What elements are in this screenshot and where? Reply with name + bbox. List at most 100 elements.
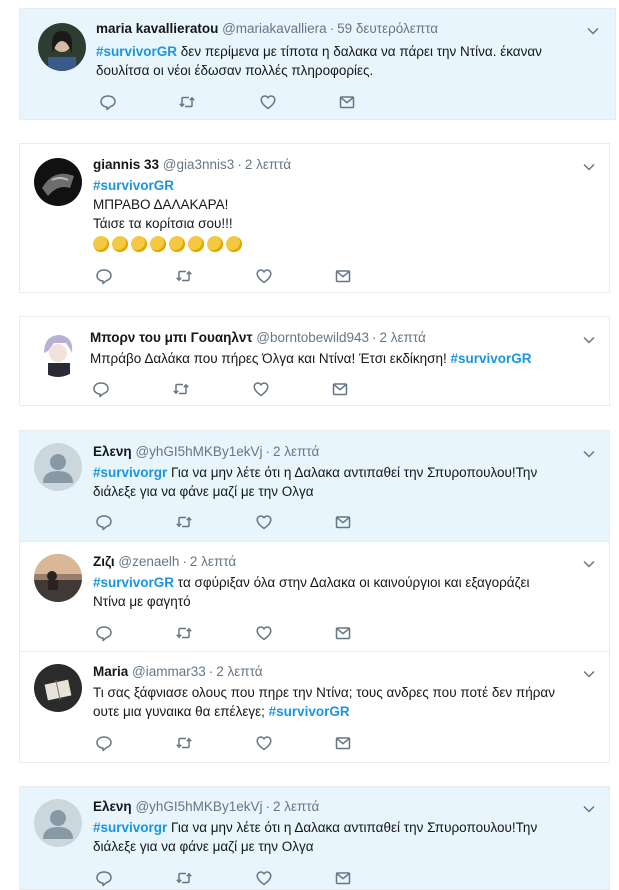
tweet-text: #survivorGR τα σφύριξαν όλα στην Δαλακα … (93, 573, 598, 611)
retweet-icon[interactable] (175, 513, 193, 531)
retweet-icon[interactable] (175, 734, 193, 752)
retweet-icon[interactable] (175, 624, 193, 642)
chevron-down-icon[interactable] (587, 27, 599, 35)
message-icon[interactable] (334, 869, 352, 887)
user-handle[interactable]: @yhGI5hMKBy1ekVj (135, 444, 262, 459)
clapping-hands-icon (131, 236, 147, 253)
timestamp[interactable]: 2 λεπτά (380, 330, 426, 345)
avatar[interactable] (34, 664, 82, 712)
user-handle[interactable]: @zenaelh (118, 554, 179, 569)
user-handle[interactable]: @borntobewild943 (256, 330, 369, 345)
display-name[interactable]: Ζιζι (93, 554, 115, 569)
timestamp[interactable]: 2 λεπτά (273, 799, 319, 814)
timestamp[interactable]: 2 λεπτά (190, 554, 236, 569)
chevron-down-icon[interactable] (583, 336, 595, 344)
tweet-card[interactable]: Ζιζι @zenaelh · 2 λεπτά #survivorGR τα σφύ… (19, 541, 610, 652)
tweet-card[interactable]: Ελενη @yhGI5hMKBy1ekVj · 2 λεπτά #survivor… (19, 786, 610, 890)
tweet-text-line: Ντίνα με φαγητό (93, 594, 191, 609)
like-icon[interactable] (255, 267, 273, 285)
display-name[interactable]: Ελενη (93, 799, 132, 814)
display-name[interactable]: Maria (93, 664, 128, 679)
reply-icon[interactable] (95, 869, 113, 887)
tweet-text-line: διάλεξε για να φάνε μαζί με την Ολγα (93, 484, 314, 499)
avatar[interactable] (34, 329, 82, 377)
message-icon[interactable] (331, 380, 349, 398)
separator-dot: · (265, 444, 270, 459)
clapping-hands-icon (93, 236, 109, 253)
hashtag-link[interactable]: #survivorgr (93, 820, 167, 835)
avatar[interactable] (34, 554, 82, 602)
chevron-down-icon[interactable] (583, 670, 595, 678)
reply-icon[interactable] (95, 267, 113, 285)
reply-icon[interactable] (99, 93, 117, 111)
like-icon[interactable] (255, 869, 273, 887)
retweet-icon[interactable] (175, 267, 193, 285)
message-icon[interactable] (334, 624, 352, 642)
hashtag-link[interactable]: #survivorGR (96, 44, 177, 59)
timestamp[interactable]: 2 λεπτά (216, 664, 262, 679)
tweet-text-segment: τα σφύριξαν όλα στην Δαλακα οι καινούργι… (174, 575, 530, 590)
display-name[interactable]: Μπορν του μπι Γουαηλντ (90, 330, 252, 345)
like-icon[interactable] (255, 734, 273, 752)
user-handle[interactable]: @iammar33 (132, 664, 206, 679)
user-handle[interactable]: @yhGI5hMKBy1ekVj (135, 799, 262, 814)
avatar[interactable] (38, 23, 86, 71)
separator-dot: · (372, 330, 377, 345)
tweet-card[interactable]: maria kavallieratou @mariakavalliera · 59 … (19, 8, 616, 120)
tweet-card[interactable]: Ελενη @yhGI5hMKBy1ekVj · 2 λεπτά #survivor… (19, 430, 610, 542)
separator-dot: · (182, 554, 187, 569)
tweet-text-line: Τάισε τα κορίτσια σου!!! (93, 216, 233, 231)
like-icon[interactable] (252, 380, 270, 398)
retweet-icon[interactable] (172, 380, 190, 398)
user-handle[interactable]: @mariakavalliera (222, 21, 327, 36)
reply-icon[interactable] (95, 624, 113, 642)
tweet-header: giannis 33 @gia3nnis3 · 2 λεπτά (93, 157, 291, 172)
tweet-text-segment: Για να μην λέτε ότι η Δαλακα αντιπαθεί τ… (167, 465, 538, 480)
tweet-actions (95, 734, 375, 754)
tweet-card[interactable]: Μπορν του μπι Γουαηλντ @borntobewild943 ·… (19, 316, 610, 406)
hashtag-link[interactable]: #survivorGR (93, 178, 174, 193)
tweet-card[interactable]: Maria @iammar33 · 2 λεπτά Τι σας ξάφνιασε … (19, 651, 610, 763)
retweet-icon[interactable] (178, 93, 196, 111)
reply-icon[interactable] (95, 734, 113, 752)
clapping-hands-icon (188, 236, 204, 253)
message-icon[interactable] (338, 93, 356, 111)
separator-dot: · (265, 799, 270, 814)
message-icon[interactable] (334, 734, 352, 752)
clapping-hands-icon (207, 236, 223, 253)
tweet-text-line: διάλεξε για να φάνε μαζί με την Ολγα (93, 839, 314, 854)
tweet-text-segment: δεν περίμενα με τίποτα η δαλακα να πάρει… (177, 44, 542, 59)
timestamp[interactable]: 2 λεπτά (273, 444, 319, 459)
hashtag-link[interactable]: #survivorGR (93, 575, 174, 590)
chevron-down-icon[interactable] (583, 805, 595, 813)
hashtag-link[interactable]: #survivorGR (451, 351, 532, 366)
chevron-down-icon[interactable] (583, 560, 595, 568)
display-name[interactable]: maria kavallieratou (96, 21, 218, 36)
retweet-icon[interactable] (175, 869, 193, 887)
avatar[interactable] (34, 158, 82, 206)
timestamp[interactable]: 59 δευτερόλεπτα (337, 21, 438, 36)
message-icon[interactable] (334, 513, 352, 531)
avatar[interactable] (34, 443, 82, 491)
like-icon[interactable] (259, 93, 277, 111)
chevron-down-icon[interactable] (583, 163, 595, 171)
message-icon[interactable] (334, 267, 352, 285)
tweet-actions (95, 513, 375, 533)
display-name[interactable]: giannis 33 (93, 157, 159, 172)
tweet-actions (95, 624, 375, 644)
tweet-actions (95, 267, 375, 287)
display-name[interactable]: Ελενη (93, 444, 132, 459)
timestamp[interactable]: 2 λεπτά (245, 157, 291, 172)
hashtag-link[interactable]: #survivorGR (269, 704, 350, 719)
user-handle[interactable]: @gia3nnis3 (163, 157, 235, 172)
avatar[interactable] (34, 799, 82, 847)
like-icon[interactable] (255, 624, 273, 642)
tweet-header: Ελενη @yhGI5hMKBy1ekVj · 2 λεπτά (93, 444, 319, 459)
reply-icon[interactable] (95, 513, 113, 531)
tweet-card[interactable]: giannis 33 @gia3nnis3 · 2 λεπτά #survivorG… (19, 143, 610, 293)
tweet-text-segment: Μπράβο Δαλάκα που πήρες Όλγα και Ντίνα! … (90, 351, 451, 366)
like-icon[interactable] (255, 513, 273, 531)
hashtag-link[interactable]: #survivorgr (93, 465, 167, 480)
reply-icon[interactable] (92, 380, 110, 398)
chevron-down-icon[interactable] (583, 450, 595, 458)
